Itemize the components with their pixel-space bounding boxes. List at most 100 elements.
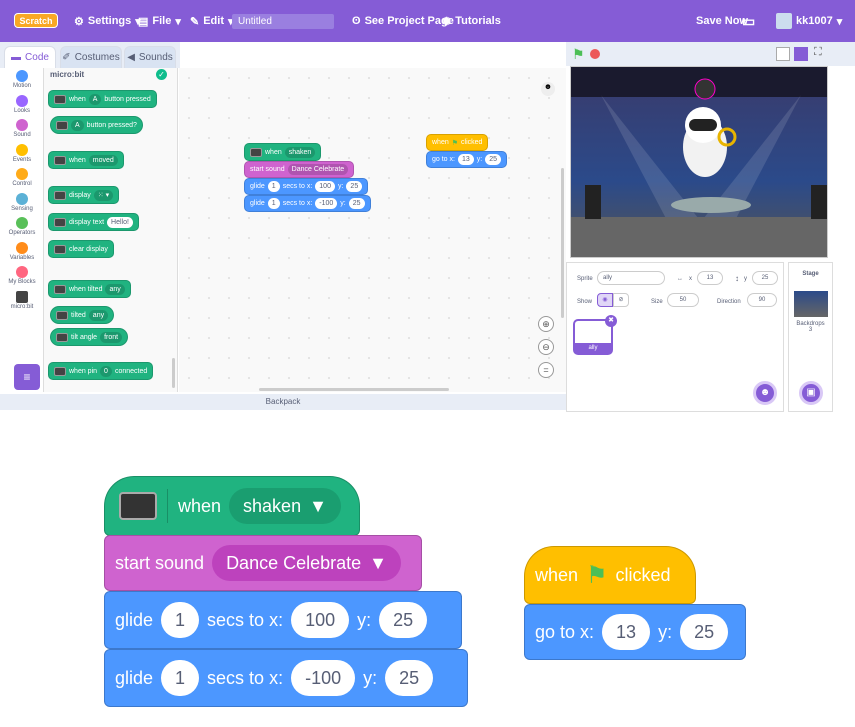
- green-flag-icon: ⚑: [451, 139, 459, 147]
- account-menu[interactable]: kk1007 ▾: [776, 0, 842, 42]
- category-dot-icon: [16, 168, 28, 180]
- category-dot-icon: [16, 94, 28, 107]
- palette-when-tilted[interactable]: when tilted any: [48, 280, 131, 298]
- category-label: micro:bit: [10, 303, 34, 310]
- choose-sprite-button[interactable]: ☻: [753, 381, 777, 405]
- stop-button[interactable]: [590, 49, 600, 59]
- palette-display[interactable]: display ⁙ ▾: [48, 186, 120, 204]
- file-menu[interactable]: ▤ File ▾: [138, 0, 181, 42]
- sprite-y-input[interactable]: 25: [752, 271, 778, 285]
- sprite-direction-input[interactable]: 90: [747, 293, 777, 307]
- glide2-secs-input[interactable]: 1: [161, 660, 200, 696]
- extension-button[interactable]: ≡: [14, 364, 40, 390]
- microbit-icon: [56, 332, 68, 342]
- tab-sounds[interactable]: ◀ Sounds: [124, 46, 176, 68]
- category-label: Looks: [13, 107, 30, 114]
- zoom-when-flag-clicked[interactable]: when ⚑ clicked: [524, 546, 696, 604]
- dropdown-arrow-icon: ▼: [309, 495, 327, 516]
- settings-menu[interactable]: ⚙ Settings ▾: [74, 0, 141, 42]
- code-workspace[interactable]: ☻: [179, 68, 566, 392]
- sprite-thumbnail-ally[interactable]: ally ✖: [573, 315, 617, 355]
- shaken-dropdown[interactable]: shaken ▼: [229, 488, 341, 524]
- palette-scrollbar[interactable]: [172, 358, 175, 388]
- palette-tilted-boolean[interactable]: tilted any: [50, 306, 115, 324]
- stage-canvas[interactable]: [570, 66, 828, 258]
- sprite-name-input[interactable]: ally: [597, 271, 665, 285]
- sound-dropdown[interactable]: Dance Celebrate ▼: [212, 545, 401, 581]
- goto-y-input[interactable]: 25: [680, 614, 729, 650]
- zoom-start-sound[interactable]: start sound Dance Celebrate ▼: [104, 535, 422, 591]
- category-dot-icon: [16, 217, 28, 229]
- palette-header: micro:bit: [50, 70, 85, 79]
- save-now-button[interactable]: Save Now: [696, 0, 748, 42]
- backpack[interactable]: Backpack: [0, 394, 566, 410]
- show-visible-button[interactable]: ◉: [597, 293, 613, 307]
- microbit-icon: [54, 217, 66, 227]
- palette-tilt-angle[interactable]: tilt angle front: [50, 328, 129, 346]
- glide2-y-input[interactable]: 25: [385, 660, 434, 696]
- category-looks[interactable]: Looks: [0, 94, 44, 114]
- category-sensing[interactable]: Sensing: [0, 192, 44, 212]
- stage-thumbnail[interactable]: [793, 291, 828, 317]
- zoom-reset-button[interactable]: =: [538, 362, 554, 378]
- trash-icon[interactable]: ✖: [605, 315, 617, 327]
- zoom-when-shaken-hat[interactable]: when shaken ▼: [104, 476, 360, 536]
- glide2-x-input[interactable]: -100: [291, 660, 356, 696]
- tab-costumes[interactable]: ✐ Costumes: [60, 46, 122, 68]
- category-dot-icon: [16, 143, 28, 156]
- zoom-out-button[interactable]: ⊖: [538, 339, 554, 355]
- large-stage-button[interactable]: [794, 47, 808, 61]
- choose-backdrop-button[interactable]: ▣: [799, 381, 823, 405]
- category-control[interactable]: Control: [0, 168, 44, 187]
- category-micro-bit[interactable]: micro:bit: [0, 290, 44, 310]
- ws-glide-2[interactable]: glide 1 secs to x: -100 y: 25: [244, 195, 371, 212]
- zoom-glide-2[interactable]: glide 1 secs to x: -100 y: 25: [104, 649, 468, 707]
- my-stuff-icon[interactable]: ▭: [742, 0, 755, 42]
- ws-when-shaken-hat[interactable]: when shaken: [244, 143, 322, 161]
- category-my-blocks[interactable]: My Blocks: [0, 266, 44, 285]
- category-variables[interactable]: Variables: [0, 241, 44, 261]
- category-motion[interactable]: Motion: [0, 70, 44, 89]
- palette-clear-display[interactable]: clear display: [48, 240, 114, 258]
- microbit-icon: [54, 284, 66, 294]
- tab-code[interactable]: ▬ Code: [4, 46, 56, 68]
- project-title-input[interactable]: Untitled: [232, 14, 334, 29]
- scratch-logo[interactable]: Scratch: [14, 13, 58, 28]
- palette-when-pin-connected[interactable]: when pin 0 connected: [48, 362, 154, 380]
- microbit-icon: [54, 366, 66, 376]
- edit-menu[interactable]: ✎ Edit ▾: [190, 0, 234, 42]
- zoom-go-to-xy[interactable]: go to x: 13 y: 25: [524, 604, 746, 660]
- palette-button-pressed-boolean[interactable]: Abutton pressed?: [50, 116, 143, 134]
- led-matrix-icon[interactable]: ⁙ ▾: [93, 189, 114, 201]
- fullscreen-icon[interactable]: ⛶: [814, 46, 822, 59]
- microbit-icon: [56, 120, 68, 130]
- zoom-in-button[interactable]: ⊕: [538, 316, 554, 332]
- sprite-size-input[interactable]: 50: [667, 293, 699, 307]
- workspace-vscrollbar[interactable]: [561, 168, 564, 318]
- category-sound[interactable]: Sound: [0, 119, 44, 138]
- ws-start-sound[interactable]: start sound Dance Celebrate: [244, 161, 355, 178]
- dropdown-arrow-icon: ▼: [369, 552, 387, 573]
- palette-display-text[interactable]: display text Hello!: [48, 213, 139, 231]
- small-stage-button[interactable]: [776, 47, 790, 61]
- zoom-glide-1[interactable]: glide 1 secs to x: 100 y: 25: [104, 591, 462, 649]
- green-flag-button[interactable]: ⚑: [572, 46, 585, 63]
- stage-target-panel[interactable]: Stage Backdrops 3 ▣: [788, 262, 833, 412]
- ws-go-to-xy[interactable]: go to x: 13 y: 25: [426, 151, 508, 168]
- palette-when-button-pressed[interactable]: when Abutton pressed: [48, 90, 157, 108]
- glide1-x-input[interactable]: 100: [291, 602, 350, 638]
- category-events[interactable]: Events: [0, 143, 44, 163]
- sprite-x-input[interactable]: 13: [697, 271, 723, 285]
- palette-when-moved[interactable]: when moved: [48, 151, 124, 169]
- see-project-page-button[interactable]: ʘ See Project Page: [352, 0, 454, 42]
- show-hidden-button[interactable]: ⊘: [613, 293, 629, 307]
- add-extension-icon: ≡: [23, 370, 31, 384]
- glide1-secs-input[interactable]: 1: [161, 602, 200, 638]
- workspace-scrollbar[interactable]: [259, 388, 449, 391]
- glide1-y-input[interactable]: 25: [379, 602, 428, 638]
- category-operators[interactable]: Operators: [0, 217, 44, 236]
- goto-x-input[interactable]: 13: [602, 614, 651, 650]
- tutorials-button[interactable]: ✺ Tutorials: [442, 0, 501, 42]
- ws-glide-1[interactable]: glide 1 secs to x: 100 y: 25: [244, 178, 369, 195]
- ws-when-flag-clicked[interactable]: when ⚑ clicked: [426, 134, 489, 151]
